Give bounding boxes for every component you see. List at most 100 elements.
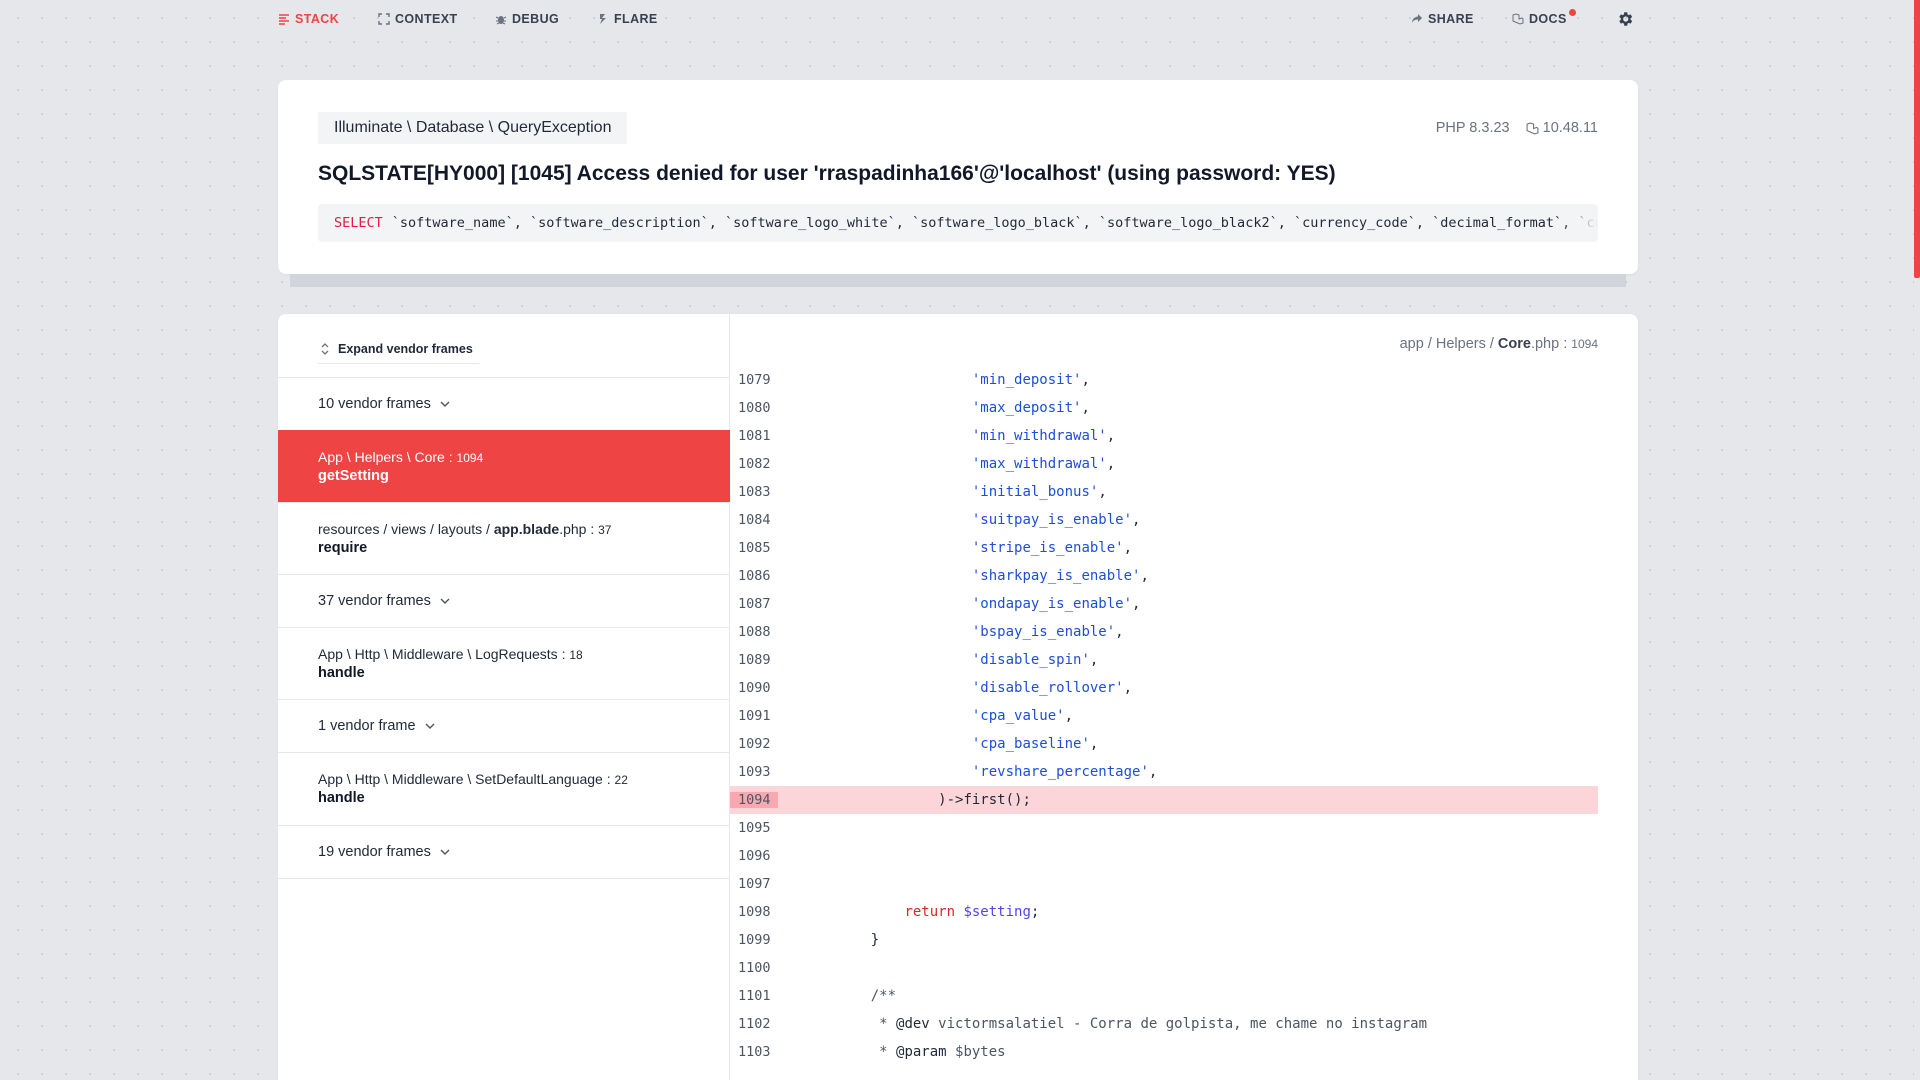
line-number: 1081	[738, 428, 771, 444]
string-token: 'suitpay_is_enable'	[971, 512, 1133, 528]
exception-class: Illuminate \ Database \ QueryException	[318, 112, 628, 144]
line-source: 'ondapay_is_enable',	[971, 596, 1141, 612]
line-number: 1090	[738, 680, 771, 696]
gear-icon[interactable]	[1616, 10, 1634, 28]
vendor-frames-group[interactable]: 1 vendor frame	[278, 699, 730, 752]
code-line: 1082 'max_withdrawal',	[730, 450, 1598, 478]
chevron-down-icon	[424, 720, 436, 732]
string-token: 'sharkpay_is_enable'	[971, 568, 1141, 584]
code-line: 1081 'min_withdrawal',	[730, 422, 1598, 450]
string-token: 'revshare_percentage'	[971, 764, 1149, 780]
code-line: 1092 'cpa_baseline',	[730, 730, 1598, 758]
chevron-down-icon	[439, 595, 451, 607]
stack-frame-core[interactable]: App \ Helpers \ Core : 1094 getSetting	[278, 430, 730, 502]
scrollbar-thumb[interactable]	[1914, 0, 1920, 278]
laravel-version: 10.48.11	[1542, 120, 1598, 136]
line-source: 'max_withdrawal',	[971, 456, 1116, 472]
line-source: 'min_deposit',	[971, 372, 1090, 388]
string-token: 'min_deposit'	[971, 372, 1082, 388]
share-label: SHARE	[1428, 12, 1474, 26]
tab-flare[interactable]: FLARE	[597, 12, 658, 26]
sql-keyword: SELECT	[334, 215, 383, 231]
line-number: 1094	[730, 792, 778, 808]
string-token: 'initial_bonus'	[971, 484, 1099, 500]
expand-vendor-frames-button[interactable]: Expand vendor frames	[318, 334, 479, 364]
line-source: 'revshare_percentage',	[971, 764, 1158, 780]
frame-class: App \ Http \ Middleware \ SetDefaultLang…	[318, 771, 603, 787]
line-number: 1083	[738, 484, 771, 500]
share-button[interactable]: SHARE	[1411, 12, 1474, 26]
vendor-frames-label: 10 vendor frames	[318, 396, 431, 412]
code-line: 1102 * @dev victormsalatiel - Corra de g…	[730, 1010, 1598, 1038]
tab-stack[interactable]: STACK	[278, 12, 339, 26]
tab-context[interactable]: CONTEXT	[378, 12, 458, 26]
line-source: * @param $bytes	[778, 1044, 1006, 1060]
frame-path: App \ Helpers \ Core : 1094	[318, 449, 484, 465]
code-line: 1086 'sharkpay_is_enable',	[730, 562, 1598, 590]
code-line: 1094 )->first();	[730, 786, 1598, 814]
frame-class: App \ Http \ Middleware \ LogRequests	[318, 646, 558, 662]
comment-token: /**	[870, 988, 897, 1004]
file-ext: .php	[1530, 336, 1560, 352]
chevron-down-icon	[439, 846, 451, 858]
line-number: 1095	[738, 820, 771, 836]
line-number: 1098	[738, 904, 771, 920]
docs-link[interactable]: DOCS	[1512, 9, 1576, 26]
docs-label-wrap: DOCS	[1529, 9, 1576, 26]
keyword-token: return	[904, 904, 956, 920]
stack-frame-setdefaultlanguage[interactable]: App \ Http \ Middleware \ SetDefaultLang…	[278, 752, 730, 824]
line-source: 'initial_bonus',	[971, 484, 1107, 500]
bug-icon	[495, 13, 507, 25]
code-line: 1088 'bspay_is_enable',	[730, 618, 1598, 646]
frame-class: App \ Helpers \ Core	[318, 449, 445, 465]
expand-label: Expand vendor frames	[338, 341, 473, 356]
line-source: 'stripe_is_enable',	[971, 540, 1133, 556]
tab-debug[interactable]: DEBUG	[495, 12, 559, 26]
scrollbar[interactable]	[1914, 0, 1920, 1080]
file-name: Core	[1497, 336, 1531, 352]
line-source: 'suitpay_is_enable',	[971, 512, 1141, 528]
header-scrollbar[interactable]	[290, 274, 1626, 287]
share-icon	[1411, 13, 1423, 25]
line-source: 'cpa_baseline',	[971, 736, 1099, 752]
code-line: 1085 'stripe_is_enable',	[730, 534, 1598, 562]
line-number: 1103	[738, 1044, 771, 1060]
code-line: 1100	[730, 954, 1598, 982]
line-source	[778, 820, 837, 836]
environment-info: PHP 8.3.23 10.48.11	[1436, 120, 1598, 136]
string-token: 'ondapay_is_enable'	[971, 596, 1133, 612]
code-viewer: app / Helpers / Core.php : 1094 1079 'mi…	[730, 314, 1638, 1080]
tab-debug-label: DEBUG	[512, 12, 560, 26]
line-source: 'sharkpay_is_enable',	[971, 568, 1149, 584]
variable-token: $setting	[963, 904, 1031, 920]
comment-token: *	[879, 1016, 897, 1032]
stack-frame-logrequests[interactable]: App \ Http \ Middleware \ LogRequests : …	[278, 627, 730, 699]
line-number: 1080	[738, 400, 771, 416]
exception-header: Illuminate \ Database \ QueryException P…	[278, 80, 1638, 274]
sql-query[interactable]: SELECT `software_name`, `software_descri…	[318, 204, 1598, 242]
code-line: 1084 'suitpay_is_enable',	[730, 506, 1598, 534]
comment-token: $bytes	[946, 1044, 1006, 1060]
vendor-frames-group[interactable]: 19 vendor frames	[278, 825, 730, 878]
stack-frame-blade[interactable]: resources / views / layouts / app.blade.…	[278, 502, 730, 574]
string-token: 'disable_rollover'	[971, 680, 1124, 696]
file-path[interactable]: app / Helpers / Core.php : 1094	[1400, 336, 1598, 352]
comment-token: victormsalatiel - Corra de golpista, me …	[929, 1016, 1428, 1032]
vendor-frames-label: 19 vendor frames	[318, 844, 431, 860]
vendor-frames-group[interactable]: 10 vendor frames	[278, 377, 730, 430]
code-line: 1093 'revshare_percentage',	[730, 758, 1598, 786]
chevron-down-icon	[439, 398, 451, 410]
line-source: 'disable_rollover',	[971, 680, 1133, 696]
vendor-frames-group[interactable]: 37 vendor frames	[278, 574, 730, 627]
code-line: 1097	[730, 870, 1598, 898]
php-version: PHP 8.3.23	[1435, 120, 1510, 136]
string-token: 'cpa_value'	[971, 708, 1065, 724]
line-number: 1089	[738, 652, 771, 668]
string-token: 'min_withdrawal'	[971, 428, 1107, 444]
code-line: 1091 'cpa_value',	[730, 702, 1598, 730]
line-number: 1086	[738, 568, 771, 584]
line-source: return $setting;	[904, 904, 1040, 920]
line-source: * @dev victormsalatiel - Corra de golpis…	[778, 1016, 1427, 1032]
code-line: 1090 'disable_rollover',	[730, 674, 1598, 702]
doc-tag-token: @param	[896, 1044, 947, 1060]
